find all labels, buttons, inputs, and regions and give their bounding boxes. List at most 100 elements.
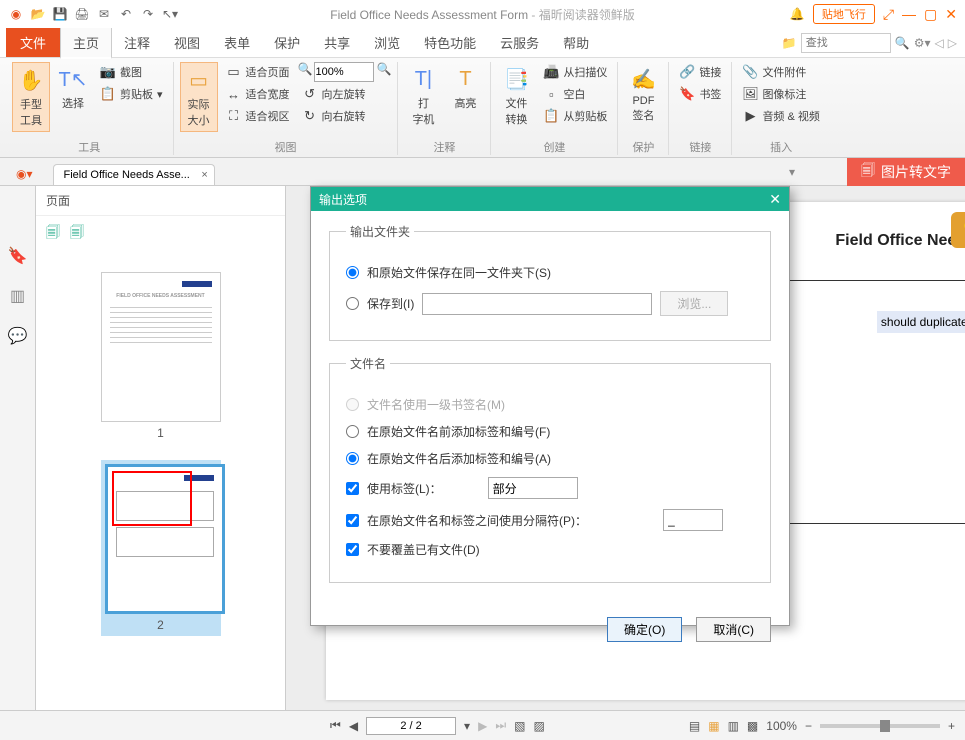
from-scanner-button[interactable]: 📠从扫描仪 [539, 62, 611, 82]
thumbnail-1[interactable]: FIELD OFFICE NEEDS ASSESSMENT 1 [101, 272, 221, 440]
save-icon[interactable]: 💾 [52, 6, 68, 22]
highlight-button[interactable]: T高亮 [446, 62, 484, 114]
use-separator-checkbox[interactable] [346, 514, 359, 527]
rotate-right-button[interactable]: ↻向右旋转 [298, 106, 392, 126]
snapshot-button[interactable]: 📷截图 [96, 62, 167, 82]
image-annot-button[interactable]: 🖼图像标注 [738, 84, 823, 104]
actual-size-button[interactable]: ▭实际 大小 [180, 62, 218, 132]
print-icon[interactable]: 🖨 [74, 6, 90, 22]
search-icon[interactable]: 🔍 [895, 36, 910, 50]
select-tool-button[interactable]: T↖选择 [54, 62, 92, 114]
close-icon[interactable]: ✕ [945, 6, 957, 23]
tab-menu-icon[interactable]: ◉▾ [16, 167, 33, 181]
zoom-select[interactable] [314, 62, 374, 82]
bookmark-button[interactable]: 🔖书签 [675, 84, 725, 104]
fit-visible-button[interactable]: ⛶适合视区 [222, 106, 294, 126]
group-label-tools: 工具 [78, 137, 100, 155]
prefix-radio[interactable] [346, 425, 359, 438]
save-to-path-input[interactable] [422, 293, 652, 315]
menu-tab-help[interactable]: 帮助 [551, 28, 601, 57]
suffix-radio[interactable] [346, 452, 359, 465]
label-value-input[interactable] [488, 477, 578, 499]
page-number-input[interactable] [366, 717, 456, 735]
pages-panel-icon[interactable]: ▥ [10, 286, 25, 306]
file-convert-button[interactable]: 📑文件 转换 [497, 62, 535, 130]
folder-search-icon[interactable]: 📁 [782, 36, 797, 50]
save-to-radio[interactable] [346, 297, 359, 310]
search-input[interactable] [801, 33, 891, 53]
undo-icon[interactable]: ↶ [118, 6, 134, 22]
notification-icon[interactable]: 🔔 [790, 7, 805, 21]
attachment-button[interactable]: 📎文件附件 [738, 62, 823, 82]
clipboard-button[interactable]: 📋剪贴板▾ [96, 84, 167, 104]
prev-page-icon[interactable]: ◀ [349, 719, 358, 733]
app-logo-icon[interactable]: ◉ [8, 6, 24, 22]
menu-tab-protect[interactable]: 保护 [262, 28, 312, 57]
fit-width-button[interactable]: ↔适合宽度 [222, 84, 294, 104]
hand-tool-button[interactable]: ✋手型 工具 [12, 62, 50, 132]
prefix-label: 在原始文件名前添加标签和编号(F) [367, 423, 550, 440]
menu-tab-features[interactable]: 特色功能 [412, 28, 488, 57]
rotate-left-button[interactable]: ↺向左旋转 [298, 84, 392, 104]
typewriter-button[interactable]: T|打 字机 [404, 62, 442, 130]
last-page-icon[interactable]: ⏭ [495, 718, 506, 733]
dialog-titlebar[interactable]: 输出选项 ✕ [311, 187, 789, 211]
settings-gear-icon[interactable]: ⚙▾ [914, 36, 931, 50]
tab-dropdown-icon[interactable]: ▾ [789, 165, 795, 179]
menu-tab-home[interactable]: 主页 [60, 27, 112, 59]
bookmarks-panel-icon[interactable]: 🔖 [8, 246, 28, 266]
nav-extra-1-icon[interactable]: ▧ [514, 719, 525, 733]
panel-tool-2-icon[interactable]: 🗐 [70, 222, 84, 246]
audio-video-button[interactable]: ▶音频 & 视频 [738, 106, 823, 126]
cursor-dropdown-icon[interactable]: ↖▾ [162, 6, 178, 22]
ok-button[interactable]: 确定(O) [607, 617, 682, 642]
dialog-close-icon[interactable]: ✕ [769, 191, 781, 208]
promo-tag[interactable]: 贴地飞行 [813, 4, 875, 24]
comments-panel-icon[interactable]: 💬 [8, 326, 28, 346]
first-page-icon[interactable]: ⏮ [330, 718, 341, 733]
redo-icon[interactable]: ↷ [140, 6, 156, 22]
use-label-checkbox[interactable] [346, 482, 359, 495]
menu-file[interactable]: 文件 [6, 28, 60, 57]
nav-extra-2-icon[interactable]: ▨ [533, 719, 544, 733]
zoom-slider[interactable] [820, 724, 940, 728]
from-clipboard-button[interactable]: 📋从剪贴板 [539, 106, 611, 126]
cancel-button[interactable]: 取消(C) [696, 617, 771, 642]
next-page-icon[interactable]: ▶ [478, 719, 487, 733]
menu-tab-share[interactable]: 共享 [312, 28, 362, 57]
maximize-icon[interactable]: ▢ [924, 6, 937, 23]
minimize-icon[interactable]: — [902, 6, 916, 22]
menu-tab-browse[interactable]: 浏览 [362, 28, 412, 57]
fit-page-button[interactable]: ▭适合页面 [222, 62, 294, 82]
menu-tab-cloud[interactable]: 云服务 [488, 28, 551, 57]
page-dropdown-icon[interactable]: ▾ [464, 719, 470, 733]
view-mode-4-icon[interactable]: ▩ [747, 719, 758, 733]
collapse-ribbon-icon[interactable]: ⤢ [883, 6, 894, 23]
document-tab[interactable]: Field Office Needs Asse... × [53, 164, 215, 185]
pdf-sign-button[interactable]: ✍PDF 签名 [624, 62, 662, 126]
zoom-out-icon[interactable]: 🔍 [298, 62, 313, 82]
zoom-in-icon[interactable]: 🔍 [376, 62, 391, 82]
close-tab-icon[interactable]: × [201, 169, 207, 181]
menu-tab-comment[interactable]: 注释 [112, 28, 162, 57]
no-overwrite-checkbox[interactable] [346, 543, 359, 556]
blank-button[interactable]: ▫空白 [539, 84, 611, 104]
same-folder-radio[interactable] [346, 266, 359, 279]
link-button[interactable]: 🔗链接 [675, 62, 725, 82]
zoom-out-status-icon[interactable]: − [805, 719, 812, 733]
thumbnail-2[interactable]: 2 [101, 460, 221, 636]
panel-tool-1-icon[interactable]: 🗐 [46, 222, 60, 246]
menu-tab-view[interactable]: 视图 [162, 28, 212, 57]
hint-bulb-icon[interactable]: 💡 [951, 212, 965, 248]
prev-result-icon[interactable]: ◁ [935, 36, 944, 50]
ocr-button[interactable]: 🗐 图片转文字 [847, 158, 965, 186]
zoom-in-status-icon[interactable]: + [948, 719, 955, 733]
next-result-icon[interactable]: ▷ [948, 36, 957, 50]
view-mode-3-icon[interactable]: ▥ [728, 719, 739, 733]
view-mode-2-icon[interactable]: ▦ [708, 719, 719, 733]
separator-value-input[interactable] [663, 509, 723, 531]
email-icon[interactable]: ✉ [96, 6, 112, 22]
menu-tab-form[interactable]: 表单 [212, 28, 262, 57]
view-mode-1-icon[interactable]: ▤ [689, 719, 700, 733]
open-icon[interactable]: 📂 [30, 6, 46, 22]
